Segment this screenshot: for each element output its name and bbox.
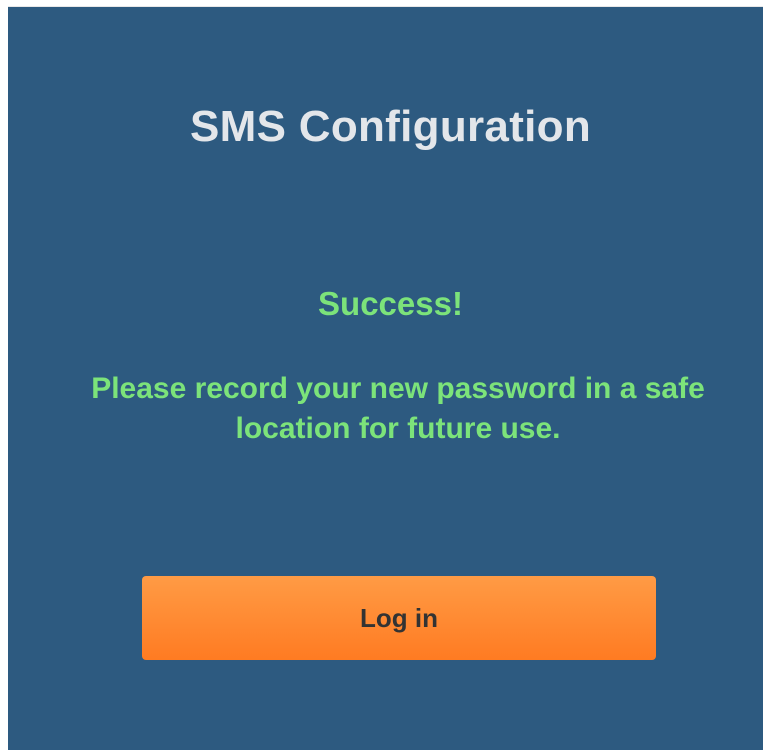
success-message: Please record your new password in a saf… [91,372,705,445]
sms-configuration-panel: SMS Configuration Success! Please record… [8,6,763,750]
page: SMS Configuration Success! Please record… [0,0,763,750]
page-title: SMS Configuration [189,102,592,151]
login-button[interactable]: Log in [142,576,656,660]
success-heading: Success! [318,285,463,322]
